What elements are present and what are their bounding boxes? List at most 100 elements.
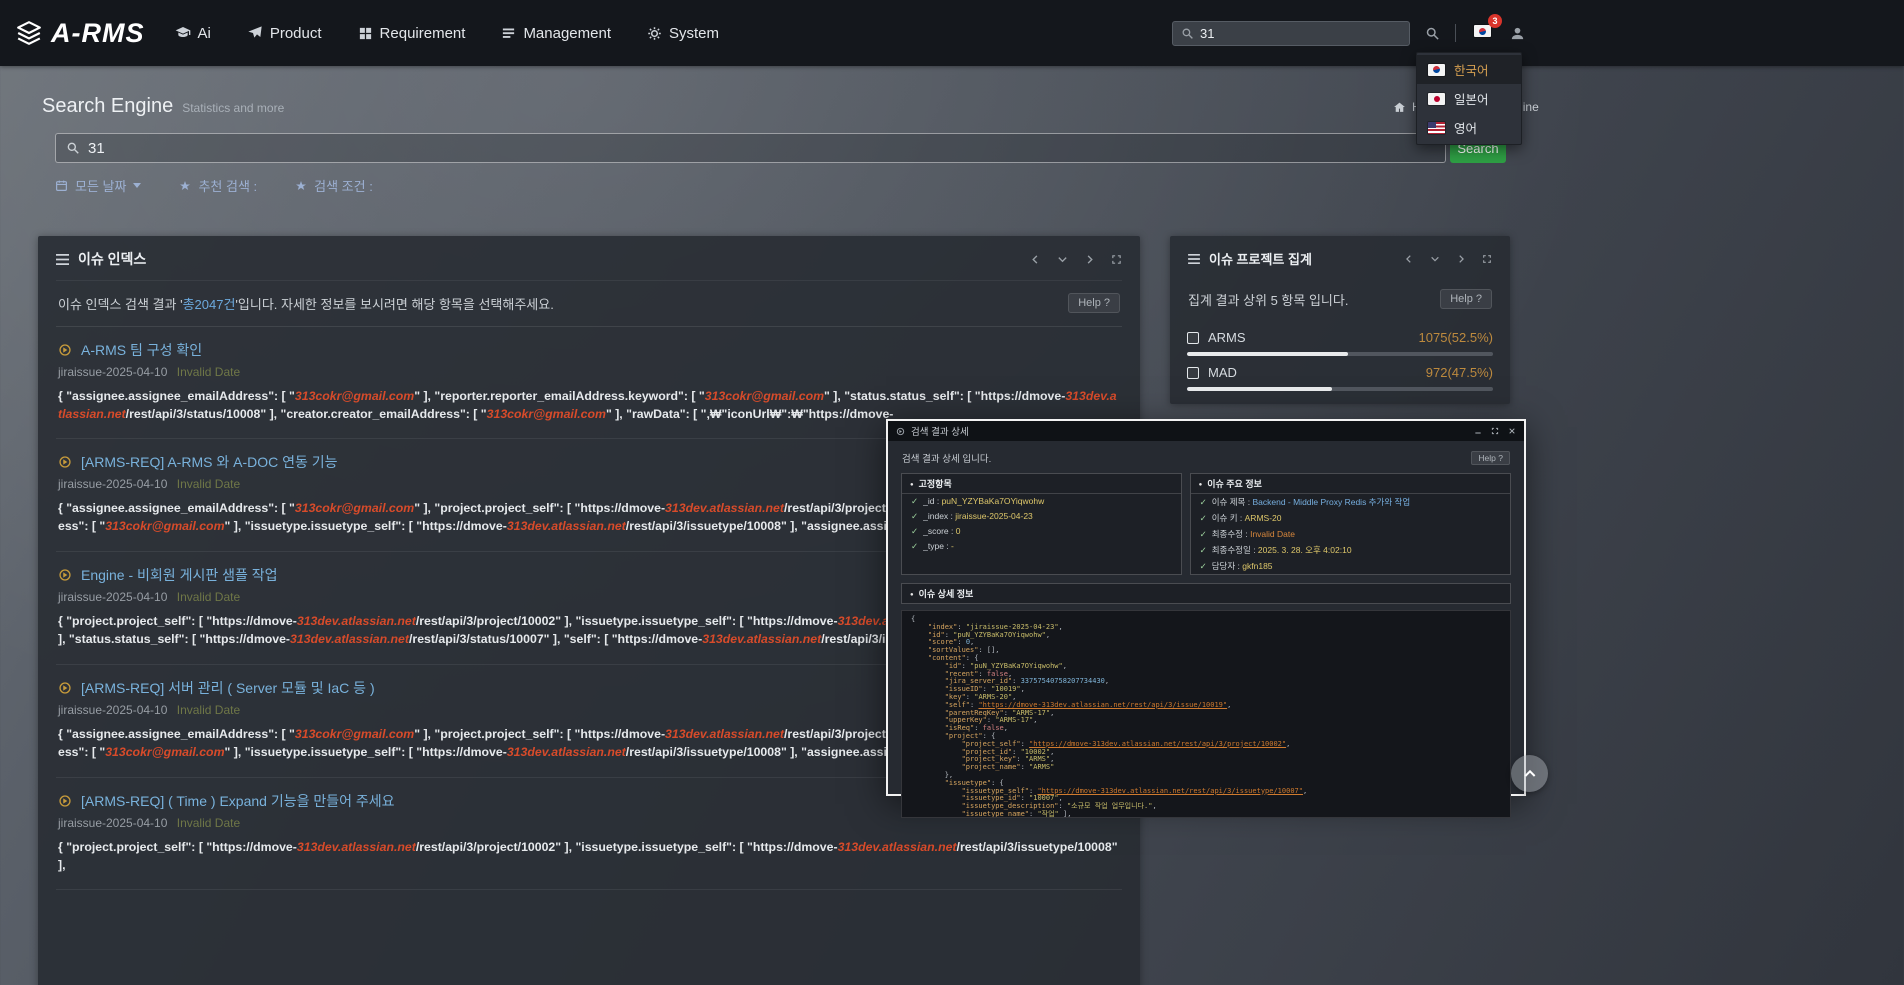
help-button[interactable]: Help ? bbox=[1440, 289, 1492, 309]
modal-titlebar[interactable]: 검색 결과 상세 bbox=[888, 421, 1524, 441]
scroll-to-top-button[interactable] bbox=[1511, 755, 1548, 792]
issue-index-name: jiraissue-2025-04-10 bbox=[58, 365, 167, 379]
panel-header: 이슈 인덱스 bbox=[38, 236, 1140, 280]
search-icon[interactable] bbox=[1425, 26, 1440, 41]
chevron-up-icon bbox=[1522, 766, 1538, 782]
field-row: _score : 0 bbox=[902, 524, 1181, 539]
field-value: gkfn185 bbox=[1242, 561, 1272, 571]
fixed-fields-box: 고정항목 _id : puN_YZYBaKa7OYiqwohw _index :… bbox=[901, 473, 1182, 575]
filter-suggested-search[interactable]: 추천 검색 : bbox=[179, 176, 257, 195]
result-count[interactable]: 총2047건 bbox=[183, 297, 236, 312]
project-aggregation-panel: 이슈 프로젝트 집계 집계 결과 상위 5 항목 입니다. Help ? ARM… bbox=[1170, 236, 1510, 404]
help-button[interactable]: Help ? bbox=[1068, 293, 1120, 313]
gear-icon bbox=[647, 26, 662, 41]
expand-icon[interactable] bbox=[1111, 254, 1122, 265]
menu-item-requirement[interactable]: Requirement bbox=[358, 25, 466, 42]
issue-json-preview: { "project.project_self": [ "https://dmo… bbox=[58, 838, 1120, 875]
issue-main-info-box: 이슈 주요 정보 이슈 제목 : Backend - Middle Proxy … bbox=[1190, 473, 1511, 575]
close-icon[interactable] bbox=[1508, 427, 1516, 435]
field-value[interactable]: Backend - Middle Proxy Redis 추가와 작업 bbox=[1252, 497, 1410, 507]
checkbox[interactable] bbox=[1187, 332, 1199, 344]
grid-icon bbox=[358, 26, 373, 41]
checkbox[interactable] bbox=[1187, 367, 1199, 379]
field-sep: : bbox=[1238, 513, 1245, 523]
field-row: 담당자 : gkfn185 bbox=[1191, 558, 1510, 574]
filter-all-dates[interactable]: 모든 날짜 bbox=[55, 176, 141, 195]
logo-text: A-RMS bbox=[51, 18, 145, 49]
issue-title-link[interactable]: [ARMS-REQ] 서버 관리 ( Server 모듈 및 IaC 등 ) bbox=[81, 678, 375, 698]
field-value: ARMS-20 bbox=[1245, 513, 1282, 523]
modal-body: 검색 결과 상세 입니다. Help ? 고정항목 _id : puN_YZYB… bbox=[888, 441, 1524, 825]
search-icon bbox=[66, 141, 80, 155]
notification-badge: 3 bbox=[1488, 14, 1502, 28]
lang-item-english[interactable]: 영어 bbox=[1417, 113, 1521, 142]
chevron-right-icon[interactable] bbox=[1084, 254, 1095, 265]
issue-date-note: Invalid Date bbox=[177, 816, 240, 830]
lang-item-korean[interactable]: 한국어 bbox=[1417, 55, 1521, 84]
calendar-icon bbox=[55, 179, 68, 192]
menu-item-product[interactable]: Product bbox=[247, 25, 322, 42]
aggregation-row: ARMS 1075(52.5%) bbox=[1187, 330, 1493, 356]
page-subtitle: Statistics and more bbox=[182, 101, 284, 115]
lang-label: 영어 bbox=[1454, 118, 1477, 137]
minimize-icon[interactable] bbox=[1474, 427, 1482, 435]
menu-item-management[interactable]: Management bbox=[501, 25, 611, 42]
menu-label: Product bbox=[270, 25, 322, 42]
search-input[interactable] bbox=[88, 140, 1435, 157]
modal-info-boxes: 고정항목 _id : puN_YZYBaKa7OYiqwohw _index :… bbox=[901, 473, 1511, 575]
help-button[interactable]: Help ? bbox=[1471, 451, 1510, 465]
usa-flag-icon bbox=[1428, 122, 1445, 134]
user-icon[interactable] bbox=[1509, 25, 1526, 42]
star-icon bbox=[295, 180, 307, 192]
menu-label: Ai bbox=[198, 25, 211, 42]
panel-title-group: 이슈 프로젝트 집계 bbox=[1188, 249, 1312, 268]
field-row: _type : - bbox=[902, 539, 1181, 554]
issue-title-link[interactable]: [ARMS-REQ] ( Time ) Expand 기능을 만들어 주세요 bbox=[81, 791, 395, 811]
issue-type-icon bbox=[58, 568, 72, 582]
chevron-down-icon[interactable] bbox=[1057, 254, 1068, 265]
box-title: 이슈 주요 정보 bbox=[1191, 474, 1510, 494]
issue-title-link[interactable]: A-RMS 팀 구성 확인 bbox=[81, 340, 202, 360]
field-value: - bbox=[951, 541, 954, 551]
lang-label: 일본어 bbox=[1454, 89, 1489, 108]
filter-label: 검색 조건 : bbox=[314, 176, 373, 195]
main-menu: Ai Product Requirement Management System bbox=[175, 25, 720, 42]
chevron-down-icon[interactable] bbox=[1430, 254, 1440, 264]
issue-date-note: Invalid Date bbox=[177, 590, 240, 604]
nav-search-input[interactable] bbox=[1200, 26, 1401, 41]
expand-icon[interactable] bbox=[1482, 254, 1492, 264]
star-icon bbox=[179, 180, 191, 192]
search-row: Search bbox=[55, 133, 1506, 163]
field-row: 최종수정일 : 2025. 3. 28. 오후 4:02:10 bbox=[1191, 542, 1510, 558]
language-flag-button[interactable]: 3 bbox=[1471, 21, 1494, 45]
chevron-left-icon[interactable] bbox=[1404, 254, 1414, 264]
graduation-cap-icon bbox=[175, 25, 191, 41]
field-key: 담당자 bbox=[1212, 561, 1235, 571]
nav-search bbox=[1172, 21, 1410, 46]
chevron-left-icon[interactable] bbox=[1030, 254, 1041, 265]
issue-type-icon bbox=[896, 427, 905, 436]
app-logo[interactable]: A-RMS bbox=[16, 18, 145, 49]
chevron-right-icon[interactable] bbox=[1456, 254, 1466, 264]
menu-item-system[interactable]: System bbox=[647, 25, 719, 42]
section-title: 이슈 상세 정보 bbox=[902, 584, 1510, 603]
japan-flag-icon bbox=[1428, 93, 1445, 105]
field-row: _id : puN_YZYBaKa7OYiqwohw bbox=[902, 494, 1181, 509]
menu-item-ai[interactable]: Ai bbox=[175, 25, 211, 42]
aggregation-row: MAD 972(47.5%) bbox=[1187, 365, 1493, 391]
box-title: 고정항목 bbox=[902, 474, 1181, 494]
maximize-icon[interactable] bbox=[1491, 427, 1499, 435]
lang-label: 한국어 bbox=[1454, 60, 1489, 79]
layers-icon bbox=[16, 20, 42, 46]
issue-title-link[interactable]: [ARMS-REQ] A-RMS 와 A-DOC 연동 기능 bbox=[81, 452, 338, 472]
result-summary-row: 이슈 인덱스 검색 결과 '총2047건'입니다. 자세한 정보를 보시려면 해… bbox=[56, 280, 1122, 327]
lang-item-japanese[interactable]: 일본어 bbox=[1417, 84, 1521, 113]
modal-summary-text: 검색 결과 상세 입니다. bbox=[902, 451, 991, 465]
menu-label: Management bbox=[523, 25, 611, 42]
issue-title-link[interactable]: Engine - 비회원 게시판 샘플 작업 bbox=[81, 565, 278, 585]
menu-label: Requirement bbox=[380, 25, 466, 42]
filter-search-condition[interactable]: 검색 조건 : bbox=[295, 176, 373, 195]
project-label: MAD bbox=[1208, 365, 1237, 380]
list-icon bbox=[501, 26, 516, 41]
search-icon bbox=[1181, 27, 1194, 40]
